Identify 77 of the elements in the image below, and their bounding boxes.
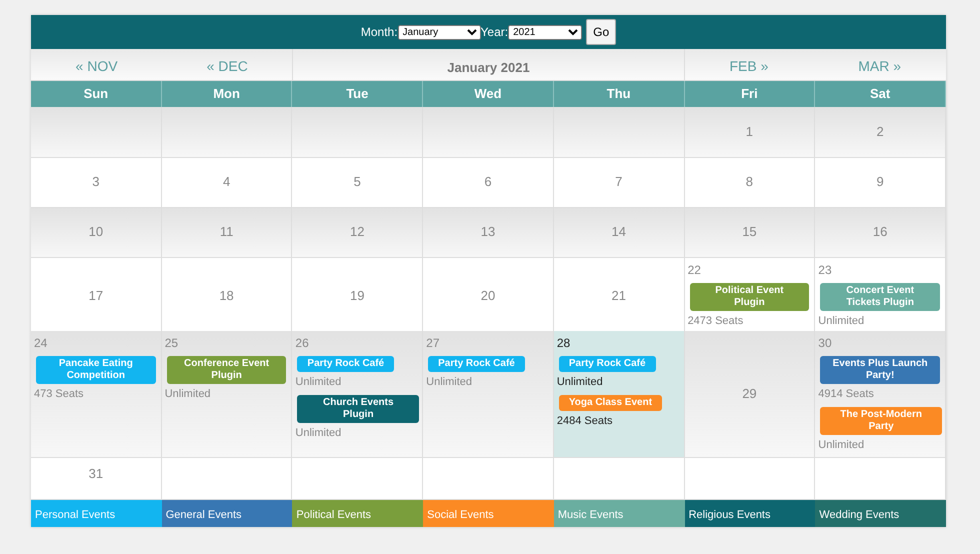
day-number: 9: [876, 173, 884, 192]
day-number: 8: [746, 173, 754, 192]
day-number: 22: [688, 263, 701, 277]
event-tag[interactable]: Party Rock Café: [428, 356, 525, 372]
day-number: 24: [34, 336, 48, 350]
month-select[interactable]: January: [398, 24, 481, 40]
seats-text: Unlimited: [818, 314, 866, 329]
prev-month-link[interactable]: « DEC: [206, 56, 248, 77]
event-tag[interactable]: Party Rock Café: [297, 356, 394, 372]
weekday-header: Sat: [815, 81, 946, 107]
event-tag[interactable]: Party Rock Café: [558, 356, 656, 372]
day-number: 18: [219, 286, 234, 304]
day-number: 26: [295, 336, 309, 350]
next-month-link[interactable]: FEB »: [729, 56, 768, 77]
day-number: 10: [88, 223, 104, 242]
month-title: January 2021: [292, 49, 685, 80]
legend-item: Religious Events: [684, 500, 816, 527]
event-tag[interactable]: Conference Event Plugin: [166, 356, 286, 384]
day-number: 2: [876, 122, 884, 141]
event-tag[interactable]: Events Plus Launch Party!: [820, 356, 940, 384]
year-label: Year:: [480, 24, 508, 41]
year-select[interactable]: 2021: [508, 24, 582, 40]
seats-text: 2473 Seats: [688, 314, 744, 329]
day-number: 29: [742, 384, 757, 403]
prev-month-link[interactable]: « NOV: [76, 56, 118, 77]
weekday-header: Thu: [554, 81, 685, 107]
seats-text: Unlimited: [818, 438, 866, 452]
day-number: 3: [92, 173, 100, 192]
legend-item: Wedding Events: [815, 500, 946, 527]
day-number: 14: [611, 223, 626, 242]
day-number: 6: [484, 173, 492, 192]
event-tag[interactable]: Church Events Plugin: [297, 394, 420, 422]
day-number: 16: [872, 223, 888, 242]
day-number: 5: [354, 173, 361, 192]
next-month-link[interactable]: MAR »: [858, 56, 902, 77]
weekday-header: Tue: [292, 81, 424, 107]
day-number: 11: [220, 223, 234, 242]
seats-text: 2484 Seats: [556, 414, 614, 428]
weekday-header: Wed: [423, 81, 554, 107]
day-number: 28: [556, 336, 570, 350]
day-number: 12: [350, 223, 365, 242]
event-tag[interactable]: Pancake Eating Competition: [36, 356, 156, 384]
event-tag[interactable]: Concert Event Tickets Plugin: [820, 283, 940, 311]
month-label: Month:: [360, 24, 398, 41]
day-number: 23: [818, 263, 832, 277]
day-number: 27: [426, 336, 440, 350]
day-number: 25: [164, 336, 178, 350]
seats-text: Unlimited: [556, 375, 604, 390]
seats-text: 4914 Seats: [818, 387, 875, 402]
legend-item: Social Events: [423, 500, 554, 527]
event-tag[interactable]: Political Event Plugin: [690, 283, 810, 311]
day-number: 1: [746, 122, 754, 141]
seats-text: Unlimited: [426, 375, 473, 390]
seats-text: 473 Seats: [34, 387, 85, 402]
weekday-header: Sun: [31, 81, 162, 107]
go-button[interactable]: Go: [586, 19, 616, 45]
legend-item: General Events: [162, 500, 292, 527]
day-number: 19: [350, 286, 365, 304]
event-tag[interactable]: Yoga Class Event: [558, 394, 662, 410]
weekday-header: Fri: [684, 81, 816, 107]
seats-text: Unlimited: [164, 387, 212, 402]
day-number: 13: [480, 223, 496, 242]
legend-item: Political Events: [292, 500, 424, 527]
day-number: 30: [818, 336, 832, 350]
legend-item: Music Events: [554, 500, 685, 527]
day-number: 4: [222, 173, 230, 192]
legend-item: Personal Events: [31, 500, 162, 527]
day-number: 20: [480, 286, 496, 304]
day-number: 31: [88, 465, 104, 484]
day-number: 15: [742, 223, 757, 242]
day-number: 17: [88, 286, 104, 304]
day-number: 21: [611, 286, 626, 304]
weekday-header: Mon: [162, 81, 292, 107]
seats-text: Unlimited: [295, 426, 342, 440]
event-tag[interactable]: The Post-Modern Party: [820, 406, 942, 434]
day-number: 7: [615, 173, 622, 192]
seats-text: Unlimited: [295, 375, 342, 390]
